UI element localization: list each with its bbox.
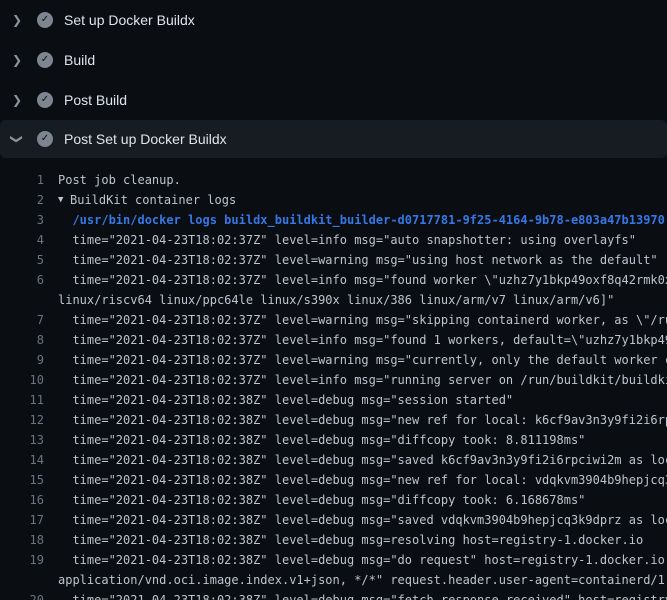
log-line-number[interactable]: 11 — [0, 390, 44, 410]
log-line-text: time="2021-04-23T18:02:37Z" level=warnin… — [58, 310, 667, 330]
log-line-number[interactable]: 5 — [0, 250, 44, 270]
log-line-text: time="2021-04-23T18:02:38Z" level=debug … — [58, 450, 667, 470]
log-line-number[interactable] — [0, 570, 44, 590]
step-header-post-set-up-docker-buildx[interactable]: ❯ ✓ Post Set up Docker Buildx — [0, 120, 667, 158]
log-line-text: time="2021-04-23T18:02:38Z" level=debug … — [58, 590, 667, 600]
log-line: 19 time="2021-04-23T18:02:38Z" level=deb… — [0, 550, 667, 570]
log-line: 20 time="2021-04-23T18:02:38Z" level=deb… — [0, 590, 667, 600]
log-line-number[interactable]: 19 — [0, 550, 44, 570]
log-line-number[interactable]: 17 — [0, 510, 44, 530]
log-line-number[interactable]: 6 — [0, 270, 44, 290]
log-line-number[interactable]: 13 — [0, 430, 44, 450]
step-success-check-icon: ✓ — [37, 92, 53, 108]
log-line: 8 time="2021-04-23T18:02:37Z" level=info… — [0, 330, 667, 350]
log-line-number[interactable]: 14 — [0, 450, 44, 470]
log-line-text: time="2021-04-23T18:02:38Z" level=debug … — [58, 550, 667, 570]
log-line-text: time="2021-04-23T18:02:38Z" level=debug … — [58, 410, 667, 430]
log-line-text: time="2021-04-23T18:02:38Z" level=debug … — [58, 470, 667, 490]
log-line-text: time="2021-04-23T18:02:37Z" level=info m… — [58, 370, 667, 390]
step-label: Post Set up Docker Buildx — [64, 131, 227, 147]
log-line: application/vnd.oci.image.index.v1+json,… — [0, 570, 667, 590]
log-line: 1 Post job cleanup. — [0, 170, 667, 190]
log-line-number[interactable]: 4 — [0, 230, 44, 250]
log-line-number[interactable] — [0, 290, 44, 310]
log-line: linux/riscv64 linux/ppc64le linux/s390x … — [0, 290, 667, 310]
log-line-number[interactable]: 2 — [0, 190, 44, 210]
log-line-number[interactable]: 8 — [0, 330, 44, 350]
log-line: 16 time="2021-04-23T18:02:38Z" level=deb… — [0, 490, 667, 510]
log-line-number[interactable]: 12 — [0, 410, 44, 430]
log-line-text: time="2021-04-23T18:02:37Z" level=warnin… — [58, 250, 658, 270]
log-line: 6 time="2021-04-23T18:02:37Z" level=info… — [0, 270, 667, 290]
step-header-build[interactable]: ❯ ✓ Build — [0, 40, 667, 80]
log-line-number[interactable]: 18 — [0, 530, 44, 550]
log-line: 10 time="2021-04-23T18:02:37Z" level=inf… — [0, 370, 667, 390]
log-line-text: time="2021-04-23T18:02:38Z" level=debug … — [58, 510, 667, 530]
log-line: 3 /usr/bin/docker logs buildx_buildkit_b… — [0, 210, 667, 230]
log-line: 7 time="2021-04-23T18:02:37Z" level=warn… — [0, 310, 667, 330]
log-line-text: application/vnd.oci.image.index.v1+json,… — [58, 570, 667, 590]
log-line-number[interactable]: 1 — [0, 170, 44, 190]
log-line-number[interactable]: 7 — [0, 310, 44, 330]
log-line: 5 time="2021-04-23T18:02:37Z" level=warn… — [0, 250, 667, 270]
log-line-text: BuildKit container logs — [70, 190, 236, 210]
log-group-collapse-triangle-icon[interactable]: ▼ — [58, 190, 68, 210]
chevron-right-icon[interactable]: ❯ — [12, 54, 37, 66]
log-line-text: /usr/bin/docker logs buildx_buildkit_bui… — [58, 210, 665, 230]
chevron-down-icon[interactable]: ❯ — [12, 133, 37, 145]
log-line-number[interactable]: 20 — [0, 590, 44, 600]
log-line-text: linux/riscv64 linux/ppc64le linux/s390x … — [58, 290, 614, 310]
log-line-text: time="2021-04-23T18:02:38Z" level=debug … — [58, 530, 643, 550]
log-line-text: time="2021-04-23T18:02:37Z" level=info m… — [58, 230, 636, 250]
log-line-text: time="2021-04-23T18:02:38Z" level=debug … — [58, 490, 585, 510]
log-line-number[interactable]: 9 — [0, 350, 44, 370]
step-success-check-icon: ✓ — [37, 131, 53, 147]
log-output: 1 Post job cleanup. 2 ▼ BuildKit contain… — [0, 158, 667, 600]
log-line-number[interactable]: 15 — [0, 470, 44, 490]
log-line: 4 time="2021-04-23T18:02:37Z" level=info… — [0, 230, 667, 250]
log-line-number[interactable]: 10 — [0, 370, 44, 390]
log-line-number[interactable]: 16 — [0, 490, 44, 510]
chevron-right-icon[interactable]: ❯ — [12, 14, 37, 26]
step-label: Build — [64, 52, 95, 68]
log-line-text: time="2021-04-23T18:02:37Z" level=warnin… — [58, 350, 667, 370]
log-line: 12 time="2021-04-23T18:02:38Z" level=deb… — [0, 410, 667, 430]
step-header-post-build[interactable]: ❯ ✓ Post Build — [0, 80, 667, 120]
log-line: 15 time="2021-04-23T18:02:38Z" level=deb… — [0, 470, 667, 490]
log-line: 9 time="2021-04-23T18:02:37Z" level=warn… — [0, 350, 667, 370]
log-line-number[interactable]: 3 — [0, 210, 44, 230]
log-line: 18 time="2021-04-23T18:02:38Z" level=deb… — [0, 530, 667, 550]
actions-log-viewer: ❯ ✓ Set up Docker Buildx ❯ ✓ Build ❯ ✓ P… — [0, 0, 667, 600]
log-line: 13 time="2021-04-23T18:02:38Z" level=deb… — [0, 430, 667, 450]
step-label: Post Build — [64, 92, 127, 108]
log-line: 17 time="2021-04-23T18:02:38Z" level=deb… — [0, 510, 667, 530]
log-line-text: Post job cleanup. — [58, 170, 181, 190]
step-header-set-up-docker-buildx[interactable]: ❯ ✓ Set up Docker Buildx — [0, 0, 667, 40]
log-line-text: time="2021-04-23T18:02:37Z" level=info m… — [58, 270, 667, 290]
step-label: Set up Docker Buildx — [64, 12, 195, 28]
step-success-check-icon: ✓ — [37, 52, 53, 68]
step-success-check-icon: ✓ — [37, 12, 53, 28]
chevron-right-icon[interactable]: ❯ — [12, 94, 37, 106]
log-line-text: time="2021-04-23T18:02:37Z" level=info m… — [58, 330, 667, 350]
log-line: 14 time="2021-04-23T18:02:38Z" level=deb… — [0, 450, 667, 470]
log-line-text: time="2021-04-23T18:02:38Z" level=debug … — [58, 390, 513, 410]
log-line: 2 ▼ BuildKit container logs — [0, 190, 667, 210]
log-line-text: time="2021-04-23T18:02:38Z" level=debug … — [58, 430, 585, 450]
log-line: 11 time="2021-04-23T18:02:38Z" level=deb… — [0, 390, 667, 410]
